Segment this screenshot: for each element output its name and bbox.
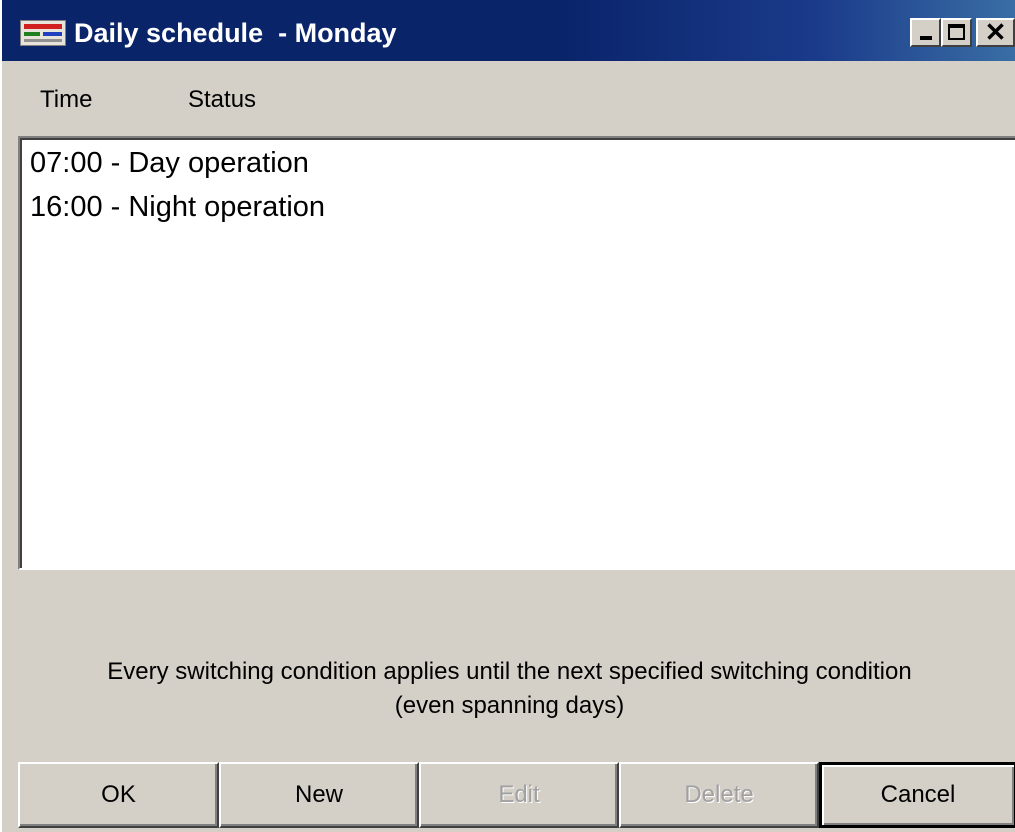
list-item[interactable]: 07:00 - Day operation — [30, 146, 309, 180]
title-bar[interactable]: Daily schedule - Monday ✕ — [2, 0, 1015, 65]
list-item[interactable]: 16:00 - Night operation — [30, 190, 325, 224]
button-bar: OK New Edit Delete Cancel — [18, 762, 1015, 828]
info-message: Every switching condition applies until … — [2, 655, 1015, 723]
window-title: Daily schedule - Monday — [74, 18, 397, 48]
column-header: Time Status — [2, 72, 1015, 127]
edit-button[interactable]: Edit — [419, 762, 619, 828]
minimize-button[interactable] — [910, 18, 941, 47]
close-button[interactable]: ✕ — [976, 18, 1015, 47]
cancel-button[interactable]: Cancel — [819, 762, 1015, 828]
minimize-icon — [920, 36, 932, 40]
ok-button[interactable]: OK — [18, 762, 219, 828]
maximize-button[interactable] — [941, 18, 972, 47]
daily-schedule-dialog: Daily schedule - Monday ✕ Time Status 07… — [0, 0, 1015, 832]
new-button[interactable]: New — [219, 762, 419, 828]
schedule-list[interactable]: 07:00 - Day operation 16:00 - Night oper… — [18, 136, 1015, 570]
close-icon: ✕ — [984, 17, 1007, 47]
delete-button[interactable]: Delete — [619, 762, 819, 828]
info-line-1: Every switching condition applies until … — [107, 658, 912, 685]
column-header-time[interactable]: Time — [40, 86, 92, 114]
app-icon — [20, 20, 66, 46]
maximize-icon — [948, 24, 965, 40]
column-header-status[interactable]: Status — [188, 86, 256, 114]
info-line-2: (even spanning days) — [394, 692, 625, 719]
